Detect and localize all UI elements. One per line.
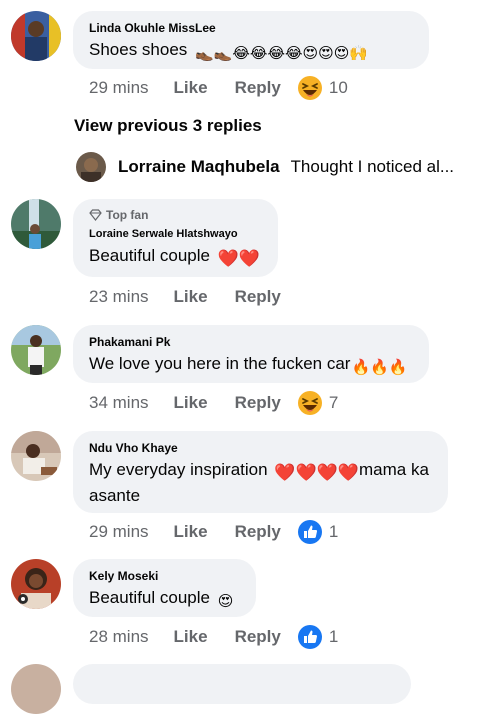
comment-author[interactable]: Linda Okuhle MissLee	[89, 20, 413, 36]
emoji-sequence: ❤️❤️	[217, 249, 261, 268]
like-button[interactable]: Like	[174, 522, 208, 542]
reaction-count: 1	[328, 522, 339, 541]
comment-time[interactable]: 29 mins	[89, 78, 149, 98]
comment-actions: 28 mins Like Reply 1	[89, 624, 338, 650]
reply-button[interactable]: Reply	[235, 627, 281, 647]
comment-time[interactable]: 34 mins	[89, 393, 149, 413]
avatar[interactable]	[11, 431, 61, 481]
emoji-sequence: ❤️❤️❤️❤️	[274, 463, 359, 482]
reaction-count: 1	[328, 627, 339, 646]
avatar	[76, 152, 106, 182]
top-fan-label: Top fan	[106, 208, 149, 222]
comment-text: Shoes shoes 👞👞😂😂😂😂😍😍😍🙌	[89, 38, 413, 65]
comment-bubble[interactable]: Ndu Vho Khaye My everyday inspiration ❤️…	[73, 431, 448, 513]
reaction-count: 10	[328, 78, 348, 97]
comment-text-body: Beautiful couple	[89, 246, 210, 265]
reply-text: Thought I noticed al...	[290, 157, 455, 176]
comment-time[interactable]: 29 mins	[89, 522, 149, 542]
like-button[interactable]: Like	[174, 78, 208, 98]
comment-bubble[interactable]: Kely Moseki Beautiful couple 😍	[73, 559, 256, 617]
like-button[interactable]: Like	[174, 393, 208, 413]
reply-preview[interactable]: Lorraine Maqhubela Thought I noticed al.…	[76, 152, 480, 182]
reply-button[interactable]: Reply	[235, 393, 281, 413]
comment-text-body: Beautiful couple	[89, 588, 210, 607]
like-icon	[297, 520, 322, 544]
view-previous-replies-link[interactable]: View previous 3 replies	[74, 116, 262, 136]
comment-actions: 34 mins Like Reply 7	[89, 390, 338, 416]
avatar[interactable]	[11, 325, 61, 375]
comment-bubble[interactable]	[73, 664, 411, 704]
reply-button[interactable]: Reply	[235, 78, 281, 98]
comment-actions: 29 mins Like Reply 1	[89, 519, 338, 545]
comment-text: We love you here in the fucken car🔥🔥🔥	[89, 352, 413, 379]
reaction-summary[interactable]: 10	[297, 75, 348, 101]
comment-text-body: My everyday inspiration	[89, 460, 268, 479]
reaction-summary[interactable]: 1	[297, 624, 338, 650]
comment-bubble[interactable]: Top fan Loraine Serwale Hlatshwayo Beaut…	[73, 199, 278, 277]
badge-icon	[89, 209, 102, 221]
comment-author[interactable]: Phakamani Pk	[89, 334, 413, 350]
like-icon	[297, 625, 322, 649]
comment-author[interactable]: Ndu Vho Khaye	[89, 440, 432, 456]
reaction-summary[interactable]: 1	[297, 519, 338, 545]
emoji-sequence: 🔥🔥🔥	[351, 359, 408, 376]
top-fan-badge: Top fan	[89, 208, 262, 222]
like-button[interactable]: Like	[174, 627, 208, 647]
comment-text-tail: mama ka	[358, 460, 429, 479]
avatar[interactable]	[11, 199, 61, 249]
emoji-sequence: 👞👞😂😂😂😂😍😍😍🙌	[195, 45, 369, 62]
comment-text: My everyday inspiration ❤️❤️❤️❤️mama ka …	[89, 458, 432, 507]
avatar[interactable]	[11, 664, 61, 714]
comment-bubble[interactable]: Linda Okuhle MissLee Shoes shoes 👞👞😂😂😂😂😍…	[73, 11, 429, 69]
reaction-count: 7	[328, 393, 339, 412]
haha-icon	[297, 76, 322, 100]
reply-button[interactable]: Reply	[235, 287, 281, 307]
comment-text: Beautiful couple 😍	[89, 586, 240, 613]
comment-actions: 29 mins Like Reply 10	[89, 75, 348, 101]
like-button[interactable]: Like	[174, 287, 208, 307]
comment-bubble[interactable]: Phakamani Pk We love you here in the fuc…	[73, 325, 429, 383]
comment-author[interactable]: Kely Moseki	[89, 568, 240, 584]
comment-text-body: Shoes shoes	[89, 40, 188, 59]
comment-text-line2: asante	[89, 486, 141, 505]
comment-actions: 23 mins Like Reply	[89, 284, 281, 310]
haha-icon	[297, 391, 322, 415]
emoji-sequence: 😍	[217, 593, 234, 610]
comment-text: Beautiful couple ❤️❤️	[89, 244, 262, 270]
comment-author[interactable]: Loraine Serwale Hlatshwayo	[89, 226, 262, 242]
reply-author[interactable]: Lorraine Maqhubela	[118, 157, 280, 177]
avatar[interactable]	[11, 11, 61, 61]
comment-time[interactable]: 23 mins	[89, 287, 149, 307]
avatar[interactable]	[11, 559, 61, 609]
comment-text-body: We love you here in the fucken car	[89, 354, 351, 373]
comment-time[interactable]: 28 mins	[89, 627, 149, 647]
reaction-summary[interactable]: 7	[297, 390, 338, 416]
reply-button[interactable]: Reply	[235, 522, 281, 542]
